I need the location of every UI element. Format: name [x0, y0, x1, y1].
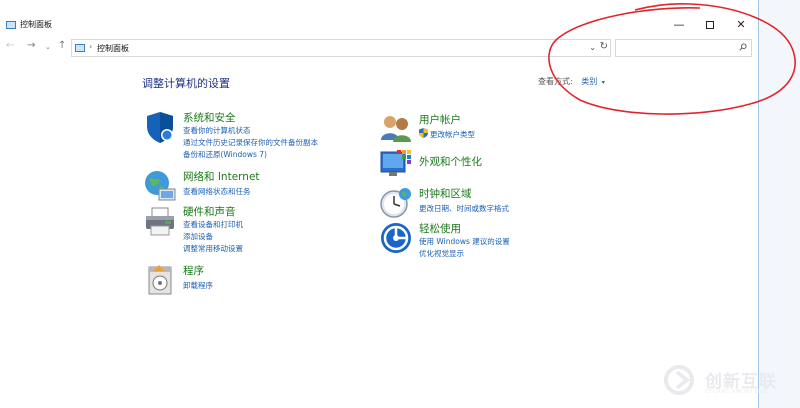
category-appearance: 外观和个性化 [379, 148, 579, 182]
breadcrumb-control-panel[interactable]: 控制面板 [97, 43, 129, 54]
window-border [758, 0, 759, 408]
title-bar: 控制面板 — ✕ [0, 0, 759, 36]
search-box[interactable] [615, 39, 752, 61]
recent-locations-button[interactable]: ⌄ [45, 43, 51, 51]
category-ease-of-access: 轻松使用 使用 Windows 建议的设置 优化视觉显示 [379, 221, 579, 261]
category-title-hardware-sound[interactable]: 硬件和声音 [183, 204, 236, 219]
link-change-date-time-format[interactable]: 更改日期、时间或数字格式 [419, 203, 509, 214]
link-backup-restore[interactable]: 备份和还原(Windows 7) [183, 149, 267, 160]
category-hardware-sound: 硬件和声音 查看设备和打印机 添加设备 调整常用移动设置 [143, 204, 373, 259]
category-title-clock-region[interactable]: 时钟和区域 [419, 186, 472, 201]
category-user-accounts: 用户帐户 更改帐户类型 [379, 112, 579, 146]
up-button[interactable]: ↑ [58, 40, 66, 51]
category-programs: 程序 卸载程序 [143, 263, 373, 297]
control-panel-icon [75, 44, 85, 52]
view-by: 查看方式: 类别 ▾ [538, 76, 605, 87]
link-file-history-backup[interactable]: 通过文件历史记录保存你的文件备份副本 [183, 137, 318, 148]
search-icon[interactable] [739, 43, 747, 51]
window-title: 控制面板 [20, 20, 52, 29]
refresh-button[interactable]: ↻ [600, 41, 608, 52]
printer-icon [146, 207, 174, 236]
link-view-computer-status[interactable]: 查看你的计算机状态 [183, 125, 251, 136]
category-title-system-security[interactable]: 系统和安全 [183, 110, 236, 125]
control-panel-window: 控制面板 — ✕ ← → ⌄ ↑ › 控制面板 ⌄ ↻ 调整计算机的设置 查看方… [0, 0, 800, 408]
ease-of-access-icon [381, 223, 411, 253]
address-dropdown-button[interactable]: ⌄ [589, 43, 596, 52]
chevron-down-icon[interactable]: ▾ [602, 79, 605, 86]
link-devices-printers[interactable]: 查看设备和打印机 [183, 219, 243, 230]
category-title-user-accounts[interactable]: 用户帐户 [419, 112, 461, 127]
view-by-label: 查看方式: [538, 77, 573, 86]
appearance-icon [380, 150, 411, 176]
shield-icon [147, 112, 173, 143]
back-button[interactable]: ← [6, 40, 14, 51]
navigation-bar: ← → ⌄ ↑ › 控制面板 ⌄ ↻ [0, 38, 759, 61]
category-title-programs[interactable]: 程序 [183, 263, 204, 278]
watermark-logo-icon [664, 365, 694, 395]
minimize-button[interactable]: — [664, 14, 694, 36]
link-mobility-settings[interactable]: 调整常用移动设置 [183, 243, 243, 254]
category-title-network-internet[interactable]: 网络和 Internet [183, 169, 260, 184]
close-button[interactable]: ✕ [726, 14, 756, 36]
globe-network-icon [145, 171, 176, 201]
breadcrumb-separator[interactable]: › [89, 42, 92, 51]
link-optimize-visual-display[interactable]: 优化视觉显示 [419, 248, 464, 259]
link-change-account-type[interactable]: 更改帐户类型 [430, 129, 475, 140]
clock-icon [380, 188, 411, 218]
control-panel-icon [6, 21, 16, 29]
category-system-security: 系统和安全 查看你的计算机状态 通过文件历史记录保存你的文件备份副本 备份和还原… [143, 110, 373, 165]
watermark: 创新互联 CHUANG XIN HU LIAN [655, 355, 800, 408]
search-input[interactable] [616, 44, 731, 61]
forward-button[interactable]: → [27, 40, 35, 51]
watermark-subtitle: CHUANG XIN HU LIAN [705, 389, 769, 395]
maximize-button[interactable] [695, 14, 725, 36]
link-uninstall-program[interactable]: 卸载程序 [183, 280, 213, 291]
link-recommended-settings[interactable]: 使用 Windows 建议的设置 [419, 236, 510, 247]
category-title-ease-of-access[interactable]: 轻松使用 [419, 221, 461, 236]
desktop-background [759, 0, 800, 408]
link-network-status[interactable]: 查看网络状态和任务 [183, 186, 251, 197]
category-clock-region: 时钟和区域 更改日期、时间或数字格式 [379, 186, 579, 220]
uac-shield-icon [419, 128, 428, 138]
users-icon [381, 116, 411, 142]
page-heading: 调整计算机的设置 [142, 77, 230, 90]
maximize-icon [706, 21, 714, 29]
category-network-internet: 网络和 Internet 查看网络状态和任务 [143, 169, 373, 203]
programs-icon [148, 265, 172, 295]
address-bar[interactable]: › 控制面板 ⌄ ↻ [71, 39, 611, 57]
link-add-device[interactable]: 添加设备 [183, 231, 213, 242]
category-title-appearance[interactable]: 外观和个性化 [419, 154, 482, 169]
view-by-dropdown[interactable]: 类别 [581, 77, 597, 86]
